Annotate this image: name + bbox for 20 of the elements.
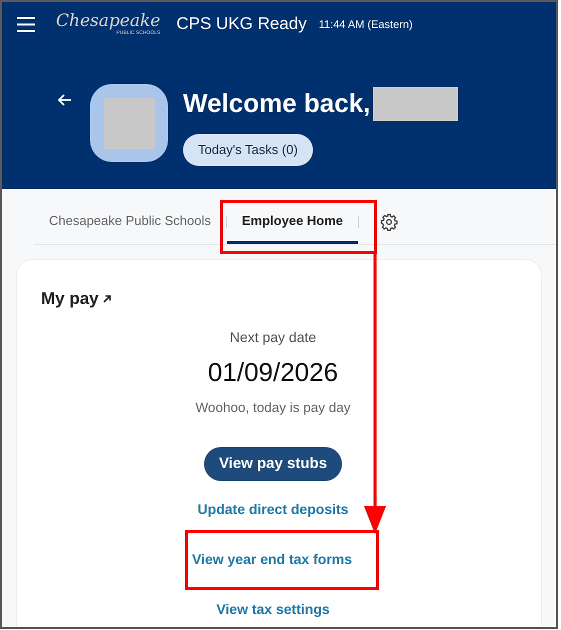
welcome-heading: Welcome back, <box>183 87 370 120</box>
todays-tasks-button[interactable]: Today's Tasks (0) <box>183 134 313 166</box>
redacted-photo <box>104 98 154 148</box>
settings-icon[interactable] <box>380 213 398 231</box>
link[interactable]: View year end tax forms <box>192 550 352 567</box>
card-title[interactable]: My pay <box>41 286 99 312</box>
link[interactable]: Update direct deposits <box>198 500 348 517</box>
next-pay-label: Next pay date <box>230 328 316 347</box>
logo-text: Chesapeake <box>56 12 160 30</box>
tab[interactable]: Employee Home <box>226 200 358 244</box>
time-text: 11:44 AM (Eastern) <box>318 18 413 34</box>
link[interactable]: View tax settings <box>216 600 330 617</box>
tab[interactable]: Chesapeake Public Schools <box>34 200 226 244</box>
menu-icon[interactable] <box>16 16 36 32</box>
pay-date: 01/09/2026 <box>208 356 338 388</box>
pay-day-message: Woohoo, today is pay day <box>195 398 351 417</box>
back-arrow-icon[interactable] <box>57 93 73 107</box>
view-pay-stubs-button[interactable]: View pay stubs <box>204 446 342 481</box>
external-link-icon[interactable] <box>102 294 112 304</box>
app-title: CPS UKG Ready <box>176 13 307 36</box>
